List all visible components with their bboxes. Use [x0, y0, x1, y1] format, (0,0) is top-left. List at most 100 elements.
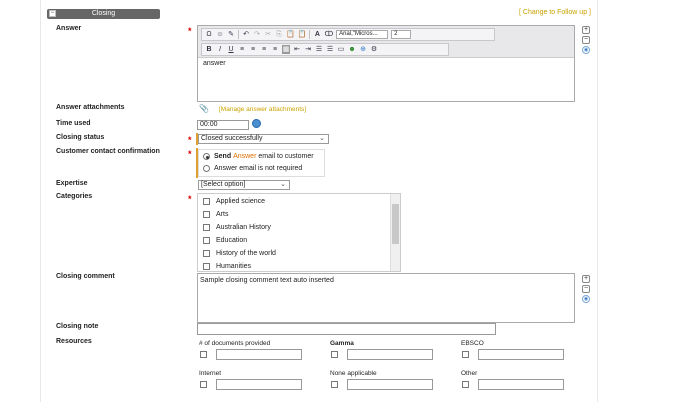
outdent-button[interactable]: ⇤	[293, 45, 301, 54]
collapse-minus-icon[interactable]: −	[582, 36, 590, 44]
resource-label: Internet	[199, 370, 222, 377]
resource-label: None applicable	[330, 370, 377, 377]
category-item[interactable]: Education	[203, 237, 247, 244]
category-item[interactable]: Humanities	[203, 263, 251, 270]
indent-button[interactable]: ⇥	[304, 45, 312, 54]
clock-icon[interactable]	[252, 119, 261, 128]
justify-button[interactable]: ≡	[271, 45, 279, 54]
categories-list[interactable]: Applied science Arts Australian History …	[197, 193, 401, 272]
category-item[interactable]: Applied science	[203, 198, 265, 205]
closing-status-select[interactable]: Closed successfully ⌄	[198, 134, 329, 144]
category-checkbox[interactable]	[203, 250, 210, 257]
edit-button[interactable]: ✎	[227, 30, 235, 39]
paperclip-icon: 📎	[199, 104, 209, 113]
resource-label: # of documents provided	[199, 340, 271, 347]
insert-block-button[interactable]: ▭	[337, 45, 345, 54]
resource-input[interactable]	[347, 379, 433, 390]
manage-attachments-link[interactable]: [Manage answer attachments]	[219, 106, 306, 113]
time-used-input[interactable]: 00:00	[197, 120, 249, 130]
not-required-option[interactable]: Answer email is not required	[203, 165, 302, 172]
category-checkbox[interactable]	[203, 198, 210, 205]
toolbar-row-1: Ω ☺ ✎ ↶ ↷ ✂ ⎘ 📋 📋 A ↀ Arial,"Micros... 2	[201, 28, 495, 41]
not-required-radio[interactable]	[203, 165, 210, 172]
closing-note-label: Closing note	[56, 323, 99, 330]
cut-button[interactable]: ✂	[264, 30, 272, 39]
italic-button[interactable]: I	[216, 45, 224, 54]
scrollbar-thumb[interactable]	[392, 204, 399, 244]
customer-contact-required-mark: *	[188, 149, 192, 159]
closing-status-value: Closed successfully	[201, 135, 263, 142]
paste-text-button[interactable]: 📋	[298, 30, 307, 39]
unordered-list-button[interactable]: ☰	[326, 45, 334, 54]
paste-button[interactable]: 📋	[286, 30, 295, 39]
expertise-select[interactable]: [Select option] ⌄	[198, 180, 290, 190]
send-answer-radio[interactable]	[203, 153, 210, 160]
answer-required-mark: *	[188, 26, 192, 36]
categories-label: Categories	[56, 193, 93, 200]
bold-button[interactable]: B	[205, 45, 213, 54]
preview-eye-icon[interactable]: ◉	[582, 46, 590, 54]
emoticon-button[interactable]: ☺	[216, 30, 224, 39]
resource-checkbox[interactable]	[462, 351, 469, 358]
align-right-button[interactable]: ≡	[260, 45, 268, 54]
send-answer-option[interactable]: Send Answer email to customer	[203, 153, 314, 160]
category-checkbox[interactable]	[203, 224, 210, 231]
table-button[interactable]: ▦	[282, 45, 290, 54]
copy-button[interactable]: ⎘	[275, 30, 283, 39]
category-item[interactable]: Arts	[203, 211, 228, 218]
closing-note-input[interactable]	[197, 323, 496, 335]
editor-toolbar: Ω ☺ ✎ ↶ ↷ ✂ ⎘ 📋 📋 A ↀ Arial,"Micros... 2…	[198, 26, 574, 58]
align-left-button[interactable]: ≡	[238, 45, 246, 54]
resource-label: EBSCO	[461, 340, 484, 347]
insert-image-button[interactable]: ☻	[348, 45, 356, 54]
undo-button[interactable]: ↶	[242, 30, 250, 39]
closing-status-label: Closing status	[56, 134, 105, 141]
expand-plus-icon[interactable]: +	[582, 26, 590, 34]
collapse-icon[interactable]: −	[49, 10, 56, 17]
category-checkbox[interactable]	[203, 211, 210, 218]
category-checkbox[interactable]	[203, 237, 210, 244]
redo-button[interactable]: ↷	[253, 30, 261, 39]
category-item[interactable]: Australian History	[203, 224, 271, 231]
highlight-button[interactable]: ↀ	[324, 30, 333, 39]
font-family-select[interactable]: Arial,"Micros...	[336, 30, 389, 39]
resource-input[interactable]	[216, 379, 302, 390]
special-char-button[interactable]: Ω	[205, 30, 213, 39]
comment-side-icons: + − ◉	[582, 275, 590, 305]
categories-scrollbar[interactable]	[390, 194, 400, 271]
resource-input[interactable]	[478, 379, 564, 390]
answer-editor[interactable]: Ω ☺ ✎ ↶ ↷ ✂ ⎘ 📋 📋 A ↀ Arial,"Micros... 2…	[197, 25, 575, 102]
toolbar-row-2: B I U ≡ ≡ ≡ ≡ ▦ ⇤ ⇥ ☰ ☰ ▭ ☻ ⊕ ⚙	[201, 43, 449, 56]
resource-checkbox[interactable]	[331, 351, 338, 358]
resource-checkbox[interactable]	[200, 351, 207, 358]
resource-label: Gamma	[330, 340, 354, 347]
category-item[interactable]: History of the world	[203, 250, 276, 257]
collapse-minus-icon[interactable]: −	[582, 285, 590, 293]
toolbar-separator	[238, 30, 239, 39]
font-color-button[interactable]: A	[313, 30, 321, 39]
category-checkbox[interactable]	[203, 263, 210, 270]
answer-attachments-label: Answer attachments	[56, 104, 125, 111]
resource-input[interactable]	[216, 349, 302, 360]
answer-editor-content[interactable]: answer	[203, 60, 226, 67]
resource-input[interactable]	[347, 349, 433, 360]
resource-input[interactable]	[478, 349, 564, 360]
resource-checkbox[interactable]	[462, 381, 469, 388]
ordered-list-button[interactable]: ☰	[315, 45, 323, 54]
font-size-select[interactable]: 2	[391, 30, 412, 39]
insert-link-button[interactable]: ⊕	[359, 45, 367, 54]
closing-comment-textarea[interactable]: Sample closing comment text auto inserte…	[197, 273, 575, 323]
resource-checkbox[interactable]	[200, 381, 207, 388]
change-to-follow-up-link[interactable]: [ Change to Follow up ]	[519, 9, 591, 16]
underline-button[interactable]: U	[227, 45, 235, 54]
resource-label: Other	[461, 370, 478, 377]
settings-button[interactable]: ⚙	[370, 45, 378, 54]
expertise-value: [Select option]	[201, 181, 246, 188]
resources-label: Resources	[56, 338, 92, 345]
chevron-down-icon: ⌄	[280, 181, 286, 188]
expand-plus-icon[interactable]: +	[582, 275, 590, 283]
preview-eye-icon[interactable]: ◉	[582, 295, 590, 303]
section-header[interactable]: Closing	[47, 9, 160, 19]
resource-checkbox[interactable]	[331, 381, 338, 388]
align-center-button[interactable]: ≡	[249, 45, 257, 54]
